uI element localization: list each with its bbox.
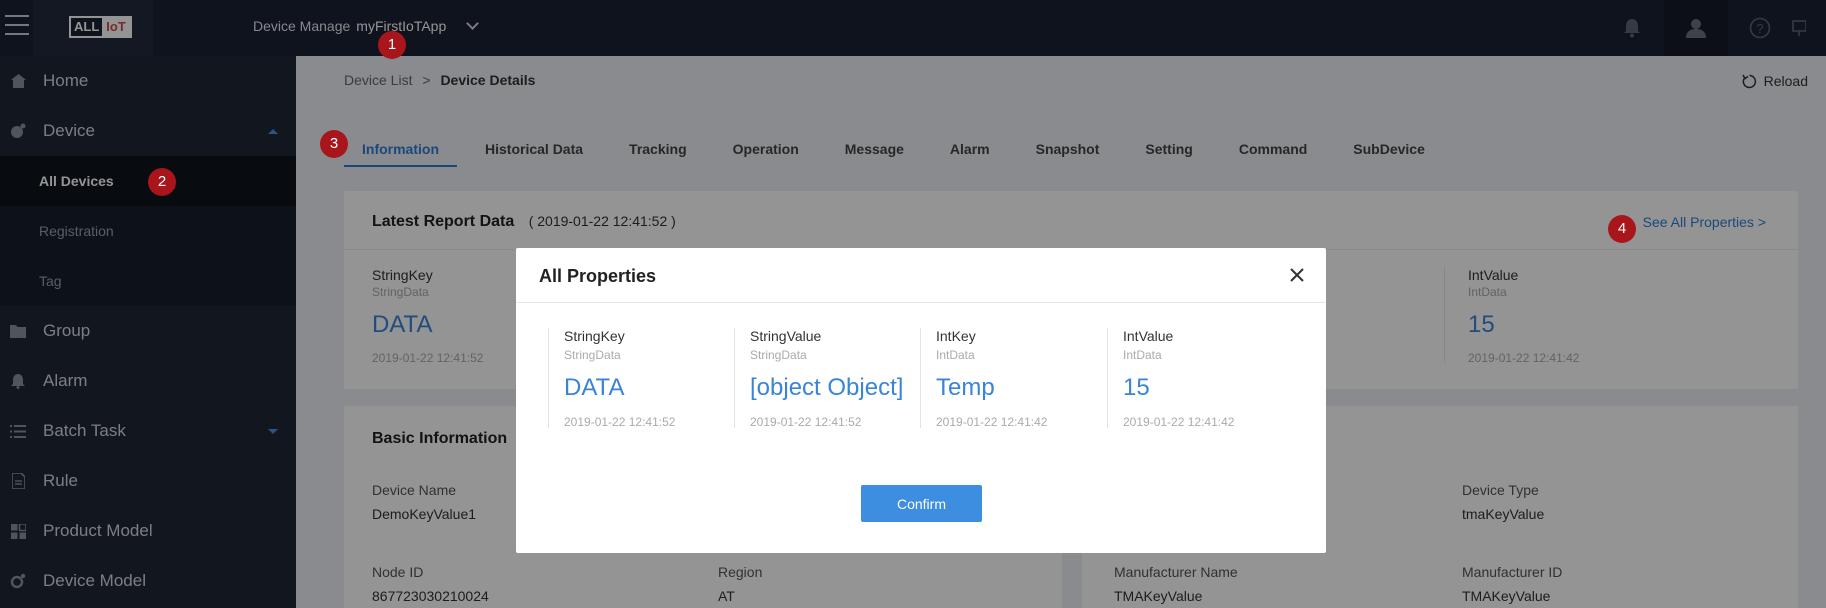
property-type: IntData	[936, 348, 975, 362]
annotation-badge: 1	[378, 31, 406, 59]
annotation-badge: 4	[1608, 215, 1636, 243]
modal-title: All Properties	[539, 266, 657, 286]
property-key: IntKey	[936, 328, 976, 344]
modal-property: IntKey IntData Temp 2019-01-22 12:41:42	[920, 328, 1048, 429]
all-properties-modal: All Properties StringKey StringData DATA…	[516, 248, 1326, 553]
property-type: StringData	[564, 348, 621, 362]
modal-header: All Properties	[516, 248, 1326, 303]
property-type: IntData	[1123, 348, 1162, 362]
modal-property: StringKey StringData DATA 2019-01-22 12:…	[548, 328, 676, 429]
property-key: StringKey	[564, 328, 625, 344]
property-key: StringValue	[750, 328, 822, 344]
annotation-badge: 3	[320, 130, 348, 158]
property-value: DATA	[564, 374, 625, 401]
property-type: StringData	[750, 348, 807, 362]
property-timestamp: 2019-01-22 12:41:52	[564, 415, 676, 429]
property-value: [object Object]	[750, 374, 904, 401]
modal-property: IntValue IntData 15 2019-01-22 12:41:42	[1107, 328, 1235, 429]
close-icon[interactable]	[1288, 266, 1306, 284]
property-timestamp: 2019-01-22 12:41:42	[1123, 415, 1235, 429]
property-value: 15	[1123, 374, 1150, 401]
property-value: Temp	[936, 374, 995, 401]
modal-property: StringValue StringData [object Object] 2…	[734, 328, 904, 429]
property-key: IntValue	[1123, 328, 1174, 344]
confirm-button[interactable]: Confirm	[861, 485, 982, 522]
property-timestamp: 2019-01-22 12:41:52	[750, 415, 862, 429]
property-timestamp: 2019-01-22 12:41:42	[936, 415, 1048, 429]
annotation-badge: 2	[148, 168, 176, 196]
